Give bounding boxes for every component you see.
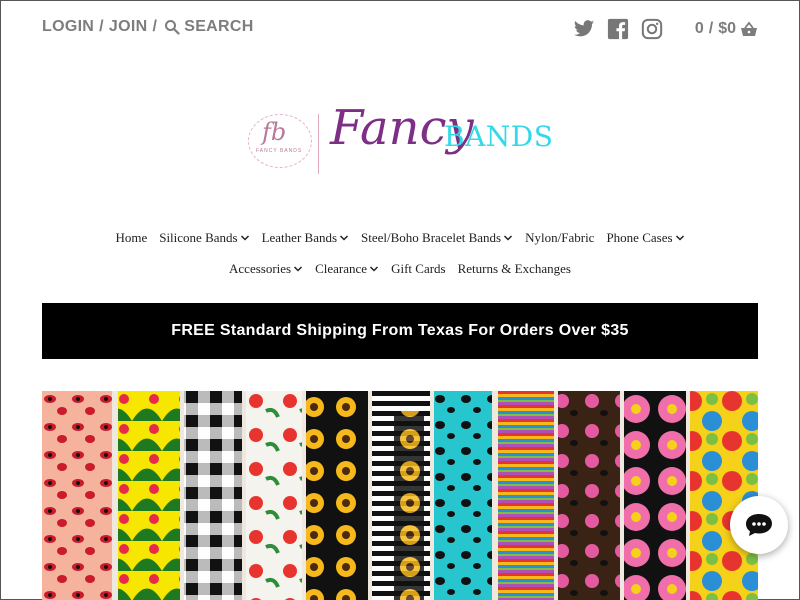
- nav-item-label: Home: [115, 230, 148, 245]
- shipping-banner: FREE Standard Shipping From Texas For Or…: [42, 303, 758, 359]
- chevron-down-icon: [240, 235, 249, 241]
- chat-button[interactable]: [730, 496, 788, 554]
- join-link[interactable]: JOIN: [109, 18, 148, 36]
- account-links: LOGIN / JOIN / SEARCH: [42, 18, 254, 36]
- chevron-down-icon: [294, 266, 303, 272]
- nav-item-label: Leather Bands: [261, 230, 338, 245]
- store-logo[interactable]: fb FANCY BANDS Fancy BANDS: [248, 100, 558, 182]
- nav-item-label: Gift Cards: [391, 261, 446, 276]
- nav-item-label: Silicone Bands: [159, 230, 238, 245]
- nav-item-accessories[interactable]: Accessories: [229, 261, 303, 277]
- instagram-icon[interactable]: [641, 18, 663, 40]
- nav-item-home[interactable]: Home: [115, 230, 147, 246]
- separator: /: [99, 18, 104, 35]
- nav-item-clearance[interactable]: Clearance: [315, 261, 379, 277]
- separator: /: [152, 18, 158, 35]
- nav-item-label: Clearance: [315, 261, 368, 276]
- main-nav-row-2: Accessories Clearance Gift Cards Returns & …: [0, 261, 800, 277]
- header-right: 0 / $0: [573, 18, 758, 40]
- nav-item-steel-boho-bracelet-bands[interactable]: Steel/Boho Bracelet Bands: [361, 230, 513, 246]
- logo-monogram: fb: [262, 118, 287, 146]
- nav-item-returns-exchanges[interactable]: Returns & Exchanges: [458, 261, 571, 277]
- basket-icon: [741, 21, 757, 36]
- shipping-banner-text: FREE Standard Shipping From Texas For Or…: [171, 322, 629, 339]
- chat-bubble-icon: [746, 514, 772, 536]
- chevron-down-icon: [504, 235, 513, 241]
- nav-item-label: Phone Cases: [606, 230, 673, 245]
- separator: /: [708, 20, 714, 37]
- main-nav-row-1: Home Silicone Bands Leather Bands Steel/Boh…: [0, 230, 800, 246]
- chevron-down-icon: [340, 235, 349, 241]
- nav-item-label: Steel/Boho Bracelet Bands: [361, 230, 502, 245]
- nav-item-gift-cards[interactable]: Gift Cards: [391, 261, 446, 277]
- hero-image[interactable]: [42, 391, 758, 600]
- search-icon[interactable]: [164, 19, 180, 35]
- top-bar: LOGIN / JOIN / SEARCH 0 / $0: [42, 18, 758, 42]
- nav-item-label: Nylon/Fabric: [525, 230, 595, 245]
- login-link[interactable]: LOGIN: [42, 18, 94, 36]
- search-link[interactable]: SEARCH: [184, 18, 253, 36]
- nav-item-label: Accessories: [229, 261, 292, 276]
- logo-block-word: BANDS: [444, 120, 554, 153]
- watch-bands-photo: [42, 391, 758, 600]
- nav-item-silicone-bands[interactable]: Silicone Bands: [159, 230, 249, 246]
- logo-monogram-caption: FANCY BANDS: [256, 148, 303, 154]
- logo-divider: [318, 114, 319, 174]
- nav-item-phone-cases[interactable]: Phone Cases: [606, 230, 684, 246]
- cart-link[interactable]: 0 / $0: [695, 20, 758, 38]
- chevron-down-icon: [370, 266, 379, 272]
- cart-total: $0: [718, 20, 736, 37]
- twitter-icon[interactable]: [573, 18, 595, 40]
- facebook-icon[interactable]: [607, 18, 629, 40]
- nav-item-label: Returns & Exchanges: [457, 261, 571, 276]
- chevron-down-icon: [675, 235, 684, 241]
- nav-item-nylon-fabric[interactable]: Nylon/Fabric: [525, 230, 594, 246]
- cart-count: 0: [694, 20, 704, 37]
- nav-item-leather-bands[interactable]: Leather Bands: [262, 230, 349, 246]
